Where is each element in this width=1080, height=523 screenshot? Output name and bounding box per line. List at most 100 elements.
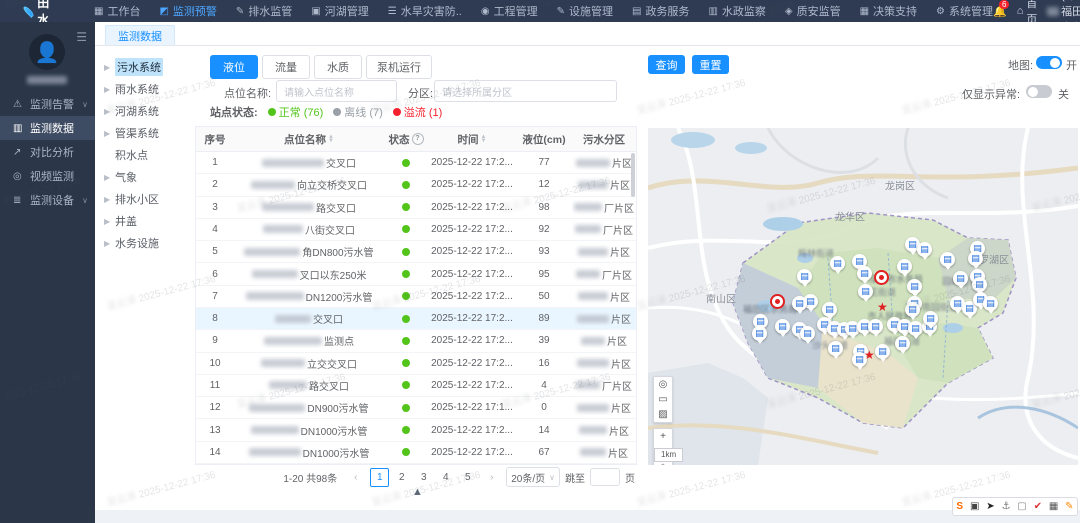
- zone-select[interactable]: 请选择所属分区: [434, 80, 617, 102]
- jump-page-input[interactable]: [590, 468, 620, 486]
- tree-item[interactable]: 积水点: [100, 144, 192, 166]
- sidebar-item[interactable]: ◎视频监测: [0, 164, 95, 188]
- tree-item[interactable]: ▶河湖系统: [100, 100, 192, 122]
- monitor-site-marker-icon[interactable]: ▤: [830, 256, 845, 271]
- tray-check-icon[interactable]: ✔: [1034, 502, 1042, 512]
- monitor-site-marker-icon[interactable]: ▤: [953, 271, 968, 286]
- tree-expand-icon[interactable]: ▶: [104, 217, 111, 226]
- nav-item[interactable]: ◈质安监管: [785, 3, 841, 19]
- site-name-input[interactable]: 请输入点位名称: [276, 80, 397, 102]
- measure-area-icon[interactable]: ▨: [654, 407, 672, 422]
- table-scrollbar[interactable]: [631, 153, 635, 197]
- monitor-site-marker-icon[interactable]: ▤: [923, 311, 938, 326]
- tray-grid-icon[interactable]: ▦: [1049, 502, 1058, 512]
- monitor-site-marker-icon[interactable]: ▤: [775, 319, 790, 334]
- page-button-2[interactable]: 2: [392, 468, 411, 487]
- monitor-site-marker-icon[interactable]: ▤: [905, 302, 920, 317]
- collapse-panel-arrow[interactable]: ▲: [412, 486, 423, 498]
- page-button-1[interactable]: 1: [370, 468, 389, 487]
- type-button-水质[interactable]: 水质: [314, 55, 362, 79]
- abnormal-only-toggle[interactable]: [1026, 85, 1052, 98]
- page-button-3[interactable]: 3: [414, 468, 433, 487]
- table-row[interactable]: 3路交叉口2025-12-22 17:2...98厂片区: [196, 197, 636, 219]
- table-row[interactable]: 14DN1000污水管2025-12-22 17:2...67片区: [196, 442, 636, 464]
- tree-item[interactable]: ▶气象: [100, 166, 192, 188]
- sidebar-item[interactable]: ≣监测设备∨: [0, 188, 95, 212]
- avatar[interactable]: 👤: [29, 34, 65, 70]
- tree-expand-icon[interactable]: ▶: [104, 107, 111, 116]
- tree-expand-icon[interactable]: ▶: [104, 195, 111, 204]
- map-toggle[interactable]: [1036, 56, 1062, 69]
- nav-item[interactable]: ✎排水监管: [236, 3, 292, 19]
- tab-monitor-data[interactable]: 监测数据: [105, 25, 175, 45]
- tree-expand-icon[interactable]: ▶: [104, 63, 111, 72]
- monitor-site-marker-icon[interactable]: ▤: [983, 296, 998, 311]
- page-size-select[interactable]: 20条/页∨: [506, 467, 560, 487]
- monitor-site-marker-icon[interactable]: ▤: [858, 284, 873, 299]
- nav-item[interactable]: ☰水旱灾害防..: [388, 3, 462, 19]
- tray-pen-icon[interactable]: ✎: [1065, 502, 1073, 512]
- sidebar-item[interactable]: ▥监测数据: [0, 116, 95, 140]
- monitor-site-marker-icon[interactable]: ▤: [917, 242, 932, 257]
- table-row[interactable]: 4八街交叉口2025-12-22 17:2...92厂片区: [196, 219, 636, 241]
- monitor-site-marker-icon[interactable]: ▤: [792, 296, 807, 311]
- nav-item[interactable]: ▥水政监察: [708, 3, 765, 19]
- monitor-site-marker-icon[interactable]: ▤: [752, 326, 767, 341]
- monitor-site-marker-icon[interactable]: ▤: [797, 269, 812, 284]
- monitor-site-marker-icon[interactable]: ▤: [940, 252, 955, 267]
- tree-item[interactable]: ▶排水小区: [100, 188, 192, 210]
- map-panel[interactable]: 龙岗区龙华区南山区罗湖区梅林街道深圳市水务局莲花街道福田区水务局市人民政府园岭街…: [648, 128, 1078, 465]
- tree-expand-icon[interactable]: ▶: [104, 239, 111, 248]
- search-button[interactable]: 查询: [648, 55, 685, 74]
- tree-expand-icon[interactable]: ▶: [104, 129, 111, 138]
- monitor-site-marker-icon[interactable]: ▤: [875, 344, 890, 359]
- type-button-液位[interactable]: 液位: [210, 55, 258, 79]
- table-row[interactable]: 8交叉口2025-12-22 17:2...89片区: [196, 308, 636, 330]
- table-row[interactable]: 10立交交叉口2025-12-22 17:2...16片区: [196, 353, 636, 375]
- monitor-site-marker-icon[interactable]: ▤: [908, 321, 923, 336]
- locate-pin-icon[interactable]: ◎: [654, 377, 672, 392]
- monitor-site-marker-icon[interactable]: ▤: [897, 259, 912, 274]
- tray-square-icon[interactable]: ▣: [970, 502, 979, 512]
- tray-s-icon[interactable]: S: [956, 502, 963, 512]
- nav-item[interactable]: ▣河湖管理: [311, 3, 368, 19]
- tree-item[interactable]: ▶污水系统: [100, 56, 192, 78]
- table-row[interactable]: 9监测点2025-12-22 17:2...39片区: [196, 330, 636, 352]
- nav-item[interactable]: ◩监测预警: [159, 3, 216, 19]
- measure-ruler-icon[interactable]: ▭: [654, 392, 672, 407]
- table-row[interactable]: 2向立交桥交叉口2025-12-22 17:2...12片区: [196, 174, 636, 196]
- tray-frame-icon[interactable]: ▢: [1017, 502, 1026, 512]
- nav-item[interactable]: ▦工作台: [94, 3, 140, 19]
- nav-item[interactable]: ⚙系统管理: [936, 3, 993, 19]
- monitor-site-marker-icon[interactable]: ▤: [907, 279, 922, 294]
- monitor-site-marker-icon[interactable]: ▤: [895, 336, 910, 351]
- monitor-site-marker-icon[interactable]: ▤: [968, 251, 983, 266]
- tree-item[interactable]: ▶雨水系统: [100, 78, 192, 100]
- tray-anchor-icon[interactable]: ⚓: [1001, 502, 1010, 512]
- nav-item[interactable]: ◉工程管理: [481, 3, 538, 19]
- monitor-site-marker-icon[interactable]: ▤: [822, 302, 837, 317]
- table-row[interactable]: 12DN900污水管2025-12-22 17:1...0片区: [196, 397, 636, 419]
- table-row[interactable]: 1交叉口2025-12-22 17:2...77片区: [196, 152, 636, 174]
- col-name[interactable]: 点位名称▲▼: [234, 132, 384, 147]
- type-button-泵机运行[interactable]: 泵机运行: [366, 55, 432, 79]
- prev-page-button[interactable]: ‹: [346, 468, 365, 487]
- next-page-button[interactable]: ›: [482, 468, 501, 487]
- nav-item[interactable]: ▦决策支持: [860, 3, 917, 19]
- tray-cursor-icon[interactable]: ➤: [986, 502, 994, 512]
- monitor-site-marker-icon[interactable]: ▤: [828, 341, 843, 356]
- table-row[interactable]: 5角DN800污水管2025-12-22 17:2...93片区: [196, 241, 636, 263]
- sidebar-item[interactable]: ⚠监测告警∨: [0, 92, 95, 116]
- table-row[interactable]: 6叉口以东250米2025-12-22 17:2...95厂片区: [196, 263, 636, 285]
- table-row[interactable]: 7DN1200污水管2025-12-22 17:2...50片区: [196, 286, 636, 308]
- type-button-流量[interactable]: 流量: [262, 55, 310, 79]
- table-row[interactable]: 11路交叉口2025-12-22 17:2...4厂片区: [196, 375, 636, 397]
- sidebar-item[interactable]: ↗对比分析: [0, 140, 95, 164]
- sidebar-collapse-icon[interactable]: ☰: [76, 30, 87, 44]
- zoom-in-icon[interactable]: +: [654, 429, 672, 444]
- monitor-site-marker-icon[interactable]: ▤: [868, 319, 883, 334]
- nav-item[interactable]: ✎设施管理: [557, 3, 613, 19]
- table-row[interactable]: 13DN1000污水管2025-12-22 17:2...14片区: [196, 419, 636, 441]
- col-time[interactable]: 时间▲▼: [428, 132, 516, 147]
- notification-bell-icon[interactable]: 🔔6: [993, 5, 1007, 18]
